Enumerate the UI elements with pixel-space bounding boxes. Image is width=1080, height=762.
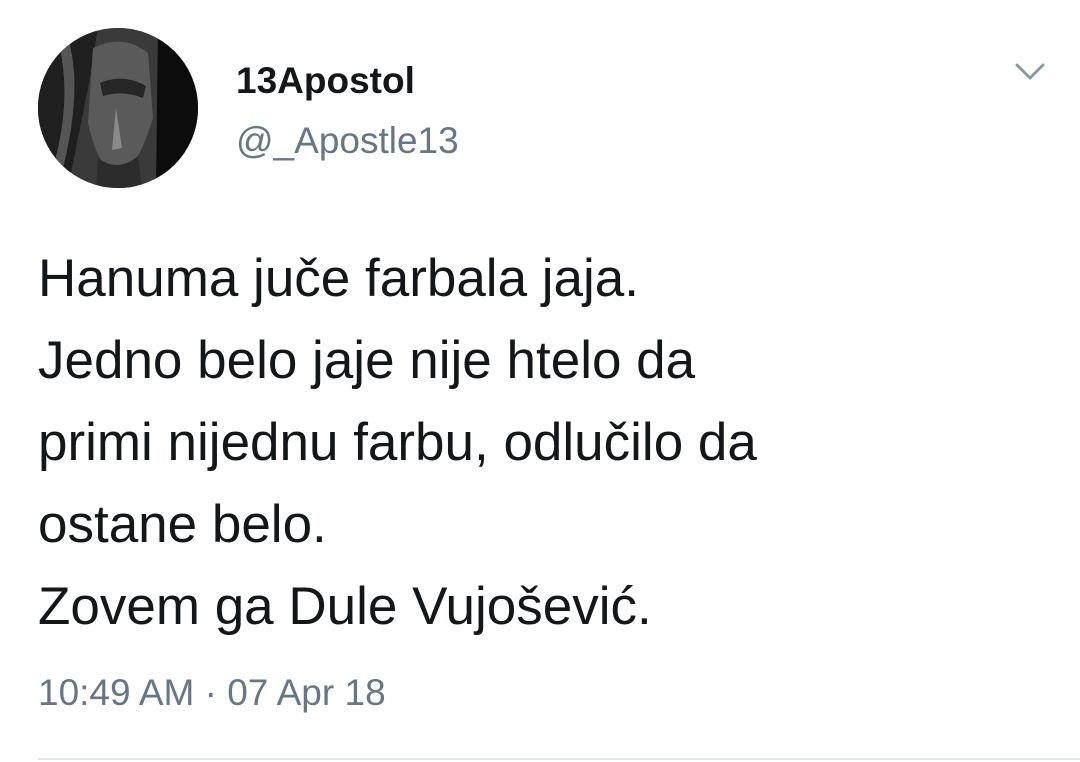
tweet-text: Hanuma juče farbala jaja. Jedno belo jaj… xyxy=(38,238,1048,648)
author-display-name[interactable]: 13Apostol xyxy=(236,60,415,102)
tweet-menu-button[interactable] xyxy=(1012,56,1048,86)
tweet-text-line: Hanuma juče farbala jaja. xyxy=(38,249,640,308)
tweet-text-line: Jedno belo jaje nije htelo da xyxy=(38,331,696,390)
tweet-card: 13Apostol @_Apostle13 Hanuma juče farbal… xyxy=(0,0,1080,762)
tweet-time: 10:49 AM xyxy=(38,672,195,713)
timestamp-separator: · xyxy=(194,672,228,713)
tweet-text-line: ostane belo. xyxy=(38,495,327,554)
tweet-timestamp[interactable]: 10:49 AM · 07 Apr 18 xyxy=(38,672,386,714)
author-handle[interactable]: @_Apostle13 xyxy=(236,120,459,162)
author-avatar[interactable] xyxy=(38,28,198,188)
avatar-photo-icon xyxy=(38,28,198,188)
tweet-text-line: primi nijednu farbu, odlučilo da xyxy=(38,413,757,472)
tweet-date: 07 Apr 18 xyxy=(227,672,386,713)
chevron-down-icon xyxy=(1015,63,1045,80)
tweet-text-line: Zovem ga Dule Vujošević. xyxy=(38,577,652,636)
divider xyxy=(38,758,1080,760)
